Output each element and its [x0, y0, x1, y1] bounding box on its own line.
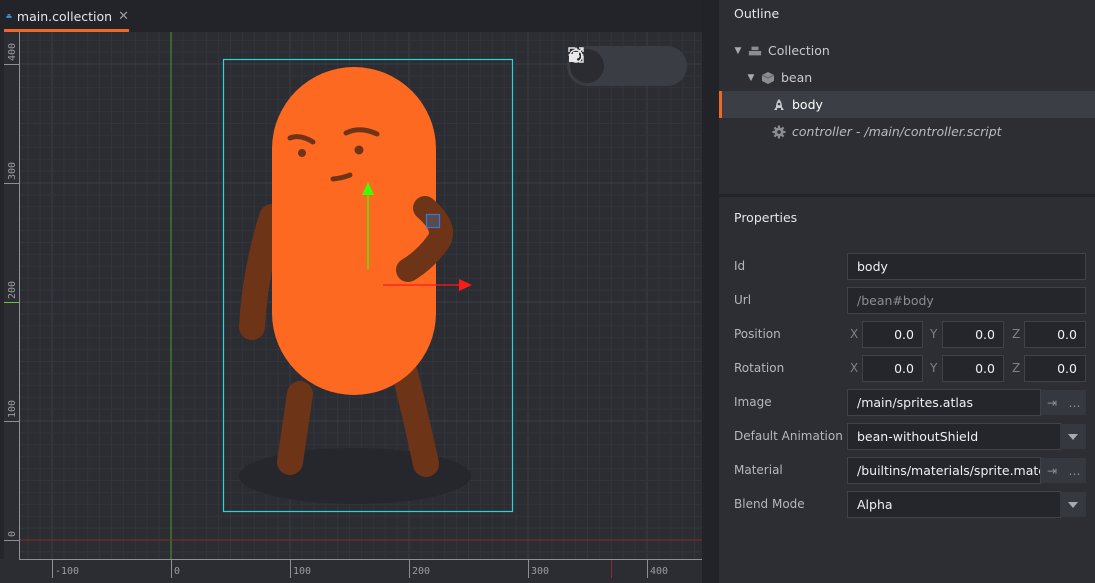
goto-resource-icon[interactable]: ⇥ [1041, 390, 1063, 415]
image-field[interactable]: /main/sprites.atlas [847, 389, 1041, 416]
sprite-body [272, 67, 436, 395]
collection-icon [6, 14, 12, 18]
id-field[interactable]: body [847, 253, 1086, 280]
y-ruler-label: 300 [7, 162, 18, 180]
sprite-left-leg [277, 381, 313, 475]
chevron-down-icon [1068, 433, 1078, 440]
outline-item-label: controller - /main/controller.script [792, 124, 1002, 139]
scale-tool-button[interactable] [568, 47, 684, 83]
tab-bar: main.collection ✕ [0, 0, 702, 32]
position-label: Position [734, 327, 781, 341]
collection-icon [748, 44, 762, 58]
x-ruler-label: 0 [174, 566, 180, 577]
url-label: Url [734, 293, 752, 307]
script-gear-icon [772, 125, 786, 139]
image-label: Image [734, 395, 772, 409]
blend-mode-label: Blend Mode [734, 497, 805, 511]
default-animation-select[interactable]: bean-withoutShield [847, 423, 1061, 450]
id-label: Id [734, 259, 746, 273]
panel-splitter[interactable] [702, 0, 719, 583]
url-field[interactable]: /bean#body [847, 287, 1086, 314]
scene-canvas[interactable]: -100 0 100 200 300 400 0 100 200 300 400 [0, 32, 702, 583]
y-ruler-label: 200 [7, 281, 18, 299]
game-object-icon [761, 71, 775, 85]
outline-item-controller[interactable]: controller - /main/controller.script [719, 118, 1095, 145]
scale-icon [568, 47, 584, 63]
x-ruler-label: 300 [531, 566, 549, 577]
move-gizmo-x-arrow[interactable] [459, 279, 472, 291]
axis-label-z: Z [1012, 327, 1021, 341]
rotate-tool-button[interactable] [569, 47, 644, 83]
properties-title: Properties [734, 210, 798, 225]
browse-button[interactable]: … [1063, 458, 1086, 483]
axis-label-y: Y [930, 361, 938, 375]
outline-item-bean[interactable]: ▼ bean [719, 64, 1095, 91]
position-x-field[interactable]: 0.0 [862, 321, 923, 348]
tab-main-collection[interactable]: main.collection ✕ [0, 0, 129, 32]
outline-item-collection[interactable]: ▼ Collection [719, 37, 1095, 64]
x-ruler-label: 200 [412, 566, 430, 577]
material-field[interactable]: /builtins/materials/sprite.materi [847, 457, 1041, 484]
ruler-edge [0, 32, 4, 583]
rotation-y-field[interactable]: 0.0 [942, 355, 1004, 382]
horizontal-ruler [0, 559, 702, 583]
goto-resource-icon[interactable]: ⇥ [1041, 458, 1063, 483]
browse-button[interactable]: … [1063, 390, 1086, 415]
blend-mode-select[interactable]: Alpha [847, 491, 1061, 518]
outline-item-label: body [792, 97, 823, 112]
position-y-field[interactable]: 0.0 [942, 321, 1004, 348]
sprite-icon [772, 98, 786, 112]
close-icon[interactable]: ✕ [118, 9, 129, 24]
tab-label: main.collection [16, 8, 113, 24]
sprite-eye-left [298, 149, 306, 157]
x-ruler-label: 400 [650, 566, 668, 577]
sprite-eye-right [354, 145, 364, 155]
default-animation-dropdown[interactable] [1060, 424, 1086, 449]
expand-arrow-icon[interactable]: ▼ [732, 46, 744, 56]
x-ruler-label: -100 [55, 566, 79, 577]
scene-viewport[interactable]: -100 0 100 200 300 400 0 100 200 300 400 [0, 32, 702, 583]
outline-title: Outline [734, 6, 780, 21]
position-z-field[interactable]: 0.0 [1024, 321, 1086, 348]
rotation-x-field[interactable]: 0.0 [862, 355, 923, 382]
y-ruler-label: 100 [7, 400, 18, 418]
axis-label-z: Z [1012, 361, 1021, 375]
outline-panel: Outline ▼ Collection ▼ bean body control… [719, 0, 1095, 194]
properties-panel: Properties Id body Url /bean#body Positi… [719, 197, 1095, 583]
y-ruler-label: 400 [7, 43, 18, 61]
axis-label-x: X [850, 361, 859, 375]
chevron-down-icon [1068, 501, 1078, 508]
rotation-label: Rotation [734, 361, 785, 375]
expand-arrow-icon[interactable]: ▼ [745, 73, 757, 83]
rotation-z-field[interactable]: 0.0 [1024, 355, 1086, 382]
blend-mode-dropdown[interactable] [1060, 492, 1086, 517]
outline-item-label: Collection [768, 43, 830, 58]
default-animation-label: Default Animation [734, 429, 843, 443]
axis-label-x: X [850, 327, 859, 341]
outline-item-body[interactable]: body [719, 91, 1095, 118]
sprite-left-arm [239, 204, 285, 340]
material-label: Material [734, 463, 783, 477]
x-ruler-label: 100 [293, 566, 311, 577]
manipulator-toolbar [567, 46, 687, 86]
editor-area: main.collection ✕ -100 0 100 200 300 400… [0, 0, 702, 583]
y-ruler-label: 0 [7, 531, 18, 537]
move-gizmo-plane-handle[interactable] [425, 213, 441, 229]
outline-item-label: bean [781, 70, 813, 85]
axis-label-y: Y [930, 327, 938, 341]
